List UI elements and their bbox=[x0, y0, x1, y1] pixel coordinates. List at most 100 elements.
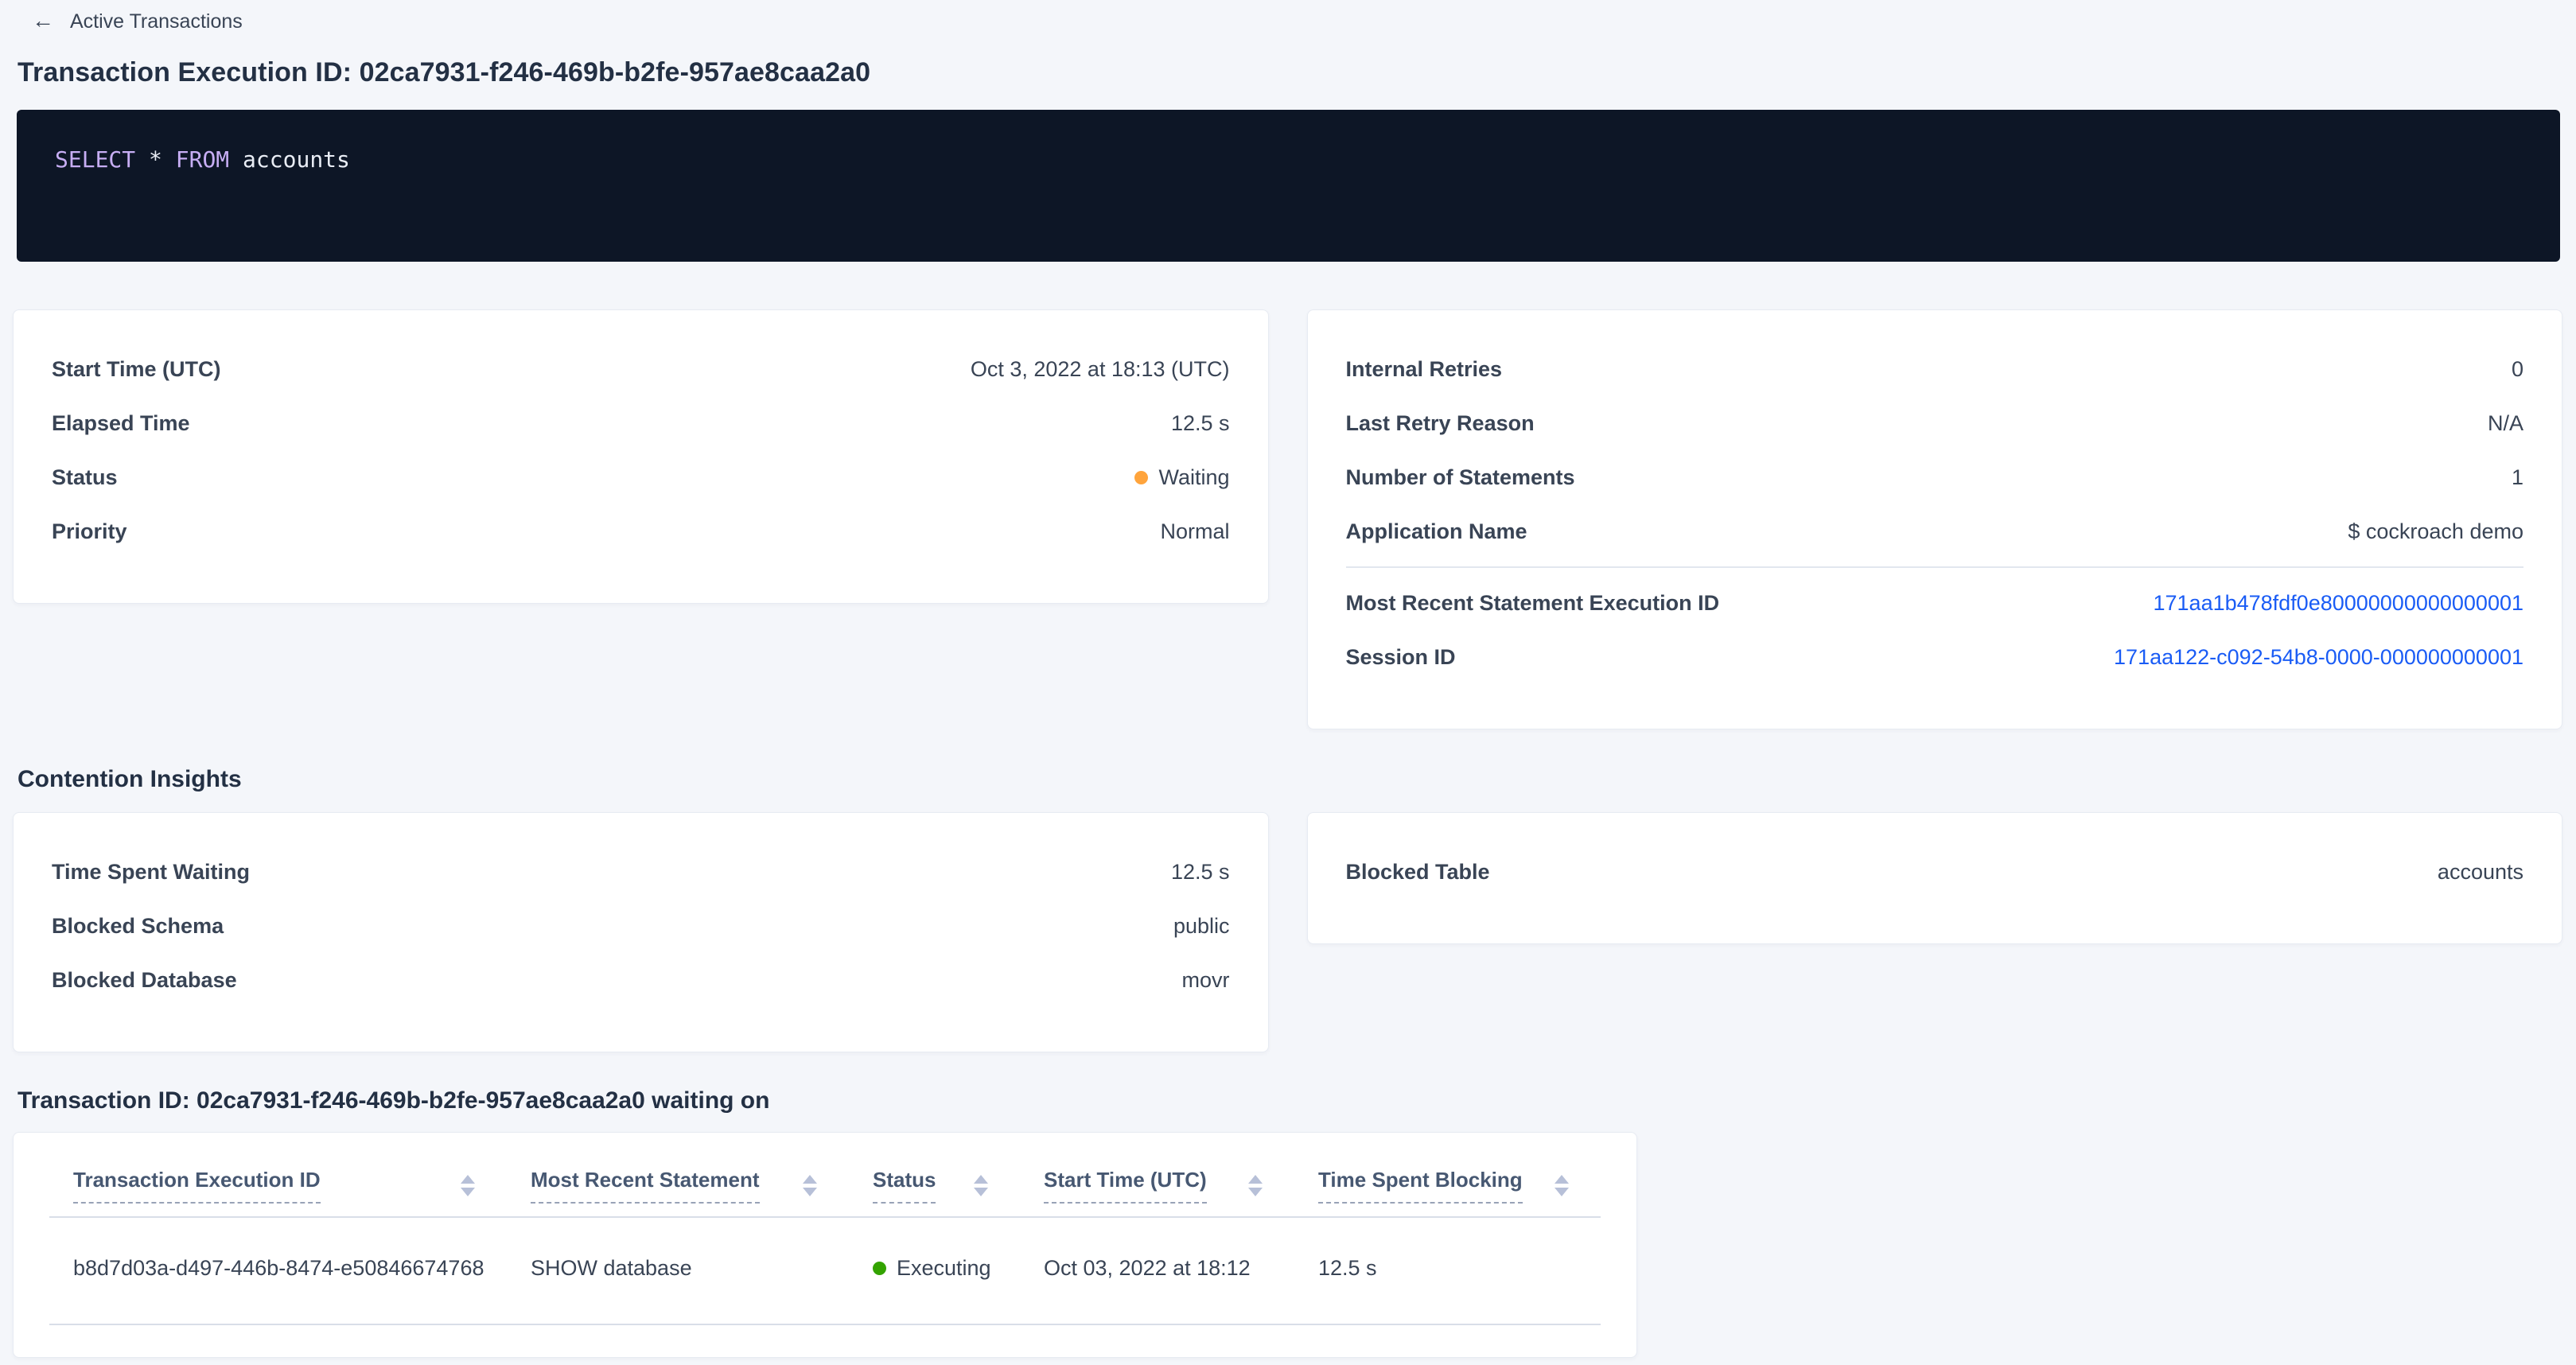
sort-down-triangle-icon bbox=[461, 1188, 475, 1196]
summary-row-number-of-statements: Number of Statements 1 bbox=[1346, 450, 2524, 504]
column-header-label[interactable]: Most Recent Statement bbox=[531, 1168, 760, 1204]
cell-most-recent-statement: SHOW database bbox=[507, 1218, 849, 1324]
sort-up-triangle-icon bbox=[461, 1175, 475, 1184]
summary-row-elapsed-time: Elapsed Time 12.5 s bbox=[52, 396, 1230, 450]
sort-down-triangle-icon bbox=[803, 1188, 817, 1196]
row-label: Blocked Database bbox=[52, 968, 237, 993]
row-label: Elapsed Time bbox=[52, 411, 190, 436]
row-value: movr bbox=[1182, 968, 1230, 993]
column-header-most-recent-statement[interactable]: Most Recent Statement bbox=[507, 1133, 849, 1204]
overview-card: Start Time (UTC) Oct 3, 2022 at 18:13 (U… bbox=[13, 309, 1269, 604]
details-card: Internal Retries 0 Last Retry Reason N/A… bbox=[1307, 309, 2563, 729]
column-header-label[interactable]: Start Time (UTC) bbox=[1044, 1168, 1207, 1204]
contention-right-card: Blocked Table accounts bbox=[1307, 812, 2563, 944]
column-header-transaction-execution-id[interactable]: Transaction Execution ID bbox=[49, 1133, 507, 1204]
row-label: Application Name bbox=[1346, 519, 1527, 544]
arrow-left-icon bbox=[32, 10, 54, 33]
summary-row-last-retry-reason: Last Retry Reason N/A bbox=[1346, 396, 2524, 450]
summary-cards-grid: Start Time (UTC) Oct 3, 2022 at 18:13 (U… bbox=[13, 309, 2562, 729]
column-header-time-spent-blocking[interactable]: Time Spent Blocking bbox=[1294, 1133, 1601, 1204]
row-value: accounts bbox=[2438, 860, 2523, 885]
row-value: 12.5 s bbox=[1171, 411, 1230, 436]
summary-row-session-id: Session ID 171aa122-c092-54b8-0000-00000… bbox=[1346, 630, 2524, 684]
summary-row-start-time: Start Time (UTC) Oct 3, 2022 at 18:13 (U… bbox=[52, 342, 1230, 396]
sql-table-name: accounts bbox=[243, 146, 350, 173]
row-label: Blocked Table bbox=[1346, 860, 1490, 885]
column-header-label[interactable]: Status bbox=[873, 1168, 936, 1204]
statement-execution-id-link[interactable]: 171aa1b478fdf0e80000000000000001 bbox=[2154, 591, 2524, 615]
summary-row-internal-retries: Internal Retries 0 bbox=[1346, 342, 2524, 396]
summary-row-blocked-table: Blocked Table accounts bbox=[1346, 845, 2524, 899]
sql-keyword-from: FROM bbox=[176, 146, 229, 173]
sort-icon[interactable] bbox=[461, 1175, 475, 1196]
row-label: Time Spent Waiting bbox=[52, 860, 250, 885]
waiting-on-heading: Transaction ID: 02ca7931-f246-469b-b2fe-… bbox=[18, 1087, 2562, 1114]
cell-time-spent-blocking: 12.5 s bbox=[1294, 1218, 1601, 1324]
sort-icon[interactable] bbox=[974, 1175, 988, 1196]
status-value: Waiting bbox=[1134, 465, 1229, 490]
summary-row-status: Status Waiting bbox=[52, 450, 1230, 504]
row-label: Last Retry Reason bbox=[1346, 411, 1535, 436]
row-label: Blocked Schema bbox=[52, 914, 224, 939]
sort-down-triangle-icon bbox=[974, 1188, 988, 1196]
summary-row-priority: Priority Normal bbox=[52, 504, 1230, 558]
executing-status-dot-icon bbox=[873, 1262, 886, 1275]
row-label: Start Time (UTC) bbox=[52, 357, 221, 382]
page-title: Transaction Execution ID: 02ca7931-f246-… bbox=[18, 57, 2562, 88]
back-to-active-transactions-link[interactable]: Active Transactions bbox=[32, 10, 243, 33]
cell-status: Executing bbox=[849, 1218, 1020, 1324]
cell-transaction-execution-id: b8d7d03a-d497-446b-8474-e50846674768 bbox=[49, 1218, 507, 1324]
sort-up-triangle-icon bbox=[1248, 1175, 1263, 1184]
summary-row-time-spent-waiting: Time Spent Waiting 12.5 s bbox=[52, 845, 1230, 899]
waiting-status-dot-icon bbox=[1134, 471, 1148, 484]
waiting-on-table-card: Transaction Execution ID Most Recent Sta… bbox=[13, 1132, 1637, 1358]
sort-down-triangle-icon bbox=[1248, 1188, 1263, 1196]
summary-row-blocked-database: Blocked Database movr bbox=[52, 953, 1230, 1007]
sort-icon[interactable] bbox=[1555, 1175, 1569, 1196]
row-value: Normal bbox=[1160, 519, 1229, 544]
row-value: 1 bbox=[2512, 465, 2523, 490]
row-value: 12.5 s bbox=[1171, 860, 1230, 885]
sql-statement-box: SELECT * FROM accounts bbox=[17, 110, 2560, 262]
row-label: Priority bbox=[52, 519, 127, 544]
row-value: Oct 3, 2022 at 18:13 (UTC) bbox=[971, 357, 1230, 382]
sort-up-triangle-icon bbox=[974, 1175, 988, 1184]
column-header-label[interactable]: Transaction Execution ID bbox=[73, 1168, 321, 1204]
row-label: Internal Retries bbox=[1346, 357, 1503, 382]
contention-cards-grid: Time Spent Waiting 12.5 s Blocked Schema… bbox=[13, 812, 2562, 1052]
contention-left-card: Time Spent Waiting 12.5 s Blocked Schema… bbox=[13, 812, 1269, 1052]
sort-icon[interactable] bbox=[803, 1175, 817, 1196]
row-value: $ cockroach demo bbox=[2348, 519, 2523, 544]
status-text: Executing bbox=[897, 1256, 991, 1281]
cell-start-time: Oct 03, 2022 at 18:12 bbox=[1020, 1218, 1294, 1324]
summary-row-blocked-schema: Blocked Schema public bbox=[52, 899, 1230, 953]
column-header-status[interactable]: Status bbox=[849, 1133, 1020, 1204]
summary-row-application-name: Application Name $ cockroach demo bbox=[1346, 504, 2524, 558]
column-header-label[interactable]: Time Spent Blocking bbox=[1318, 1168, 1523, 1204]
contention-insights-heading: Contention Insights bbox=[18, 766, 2562, 793]
sort-up-triangle-icon bbox=[1555, 1175, 1569, 1184]
table-header-row: Transaction Execution ID Most Recent Sta… bbox=[49, 1133, 1601, 1204]
card-divider bbox=[1346, 566, 2524, 568]
row-label: Status bbox=[52, 465, 118, 490]
sort-down-triangle-icon bbox=[1555, 1188, 1569, 1196]
session-id-link[interactable]: 171aa122-c092-54b8-0000-000000000001 bbox=[2114, 645, 2523, 669]
transaction-details-page: Active Transactions Transaction Executio… bbox=[0, 0, 2576, 1358]
back-link-label: Active Transactions bbox=[70, 10, 243, 33]
sort-icon[interactable] bbox=[1248, 1175, 1263, 1196]
column-header-start-time[interactable]: Start Time (UTC) bbox=[1020, 1133, 1294, 1204]
sql-keyword-select: SELECT bbox=[55, 146, 135, 173]
row-value: N/A bbox=[2488, 411, 2523, 436]
row-label: Most Recent Statement Execution ID bbox=[1346, 591, 1720, 616]
table-row-divider bbox=[49, 1324, 1601, 1325]
summary-row-most-recent-statement-execution-id: Most Recent Statement Execution ID 171aa… bbox=[1346, 576, 2524, 630]
row-label: Session ID bbox=[1346, 645, 1456, 670]
status-text: Waiting bbox=[1158, 465, 1229, 490]
table-row: b8d7d03a-d497-446b-8474-e50846674768 SHO… bbox=[49, 1218, 1601, 1324]
row-value: public bbox=[1173, 914, 1230, 939]
sort-up-triangle-icon bbox=[803, 1175, 817, 1184]
sql-statement: SELECT * FROM accounts bbox=[55, 146, 350, 173]
sql-star: * bbox=[149, 146, 162, 173]
row-label: Number of Statements bbox=[1346, 465, 1575, 490]
row-value: 0 bbox=[2512, 357, 2523, 382]
